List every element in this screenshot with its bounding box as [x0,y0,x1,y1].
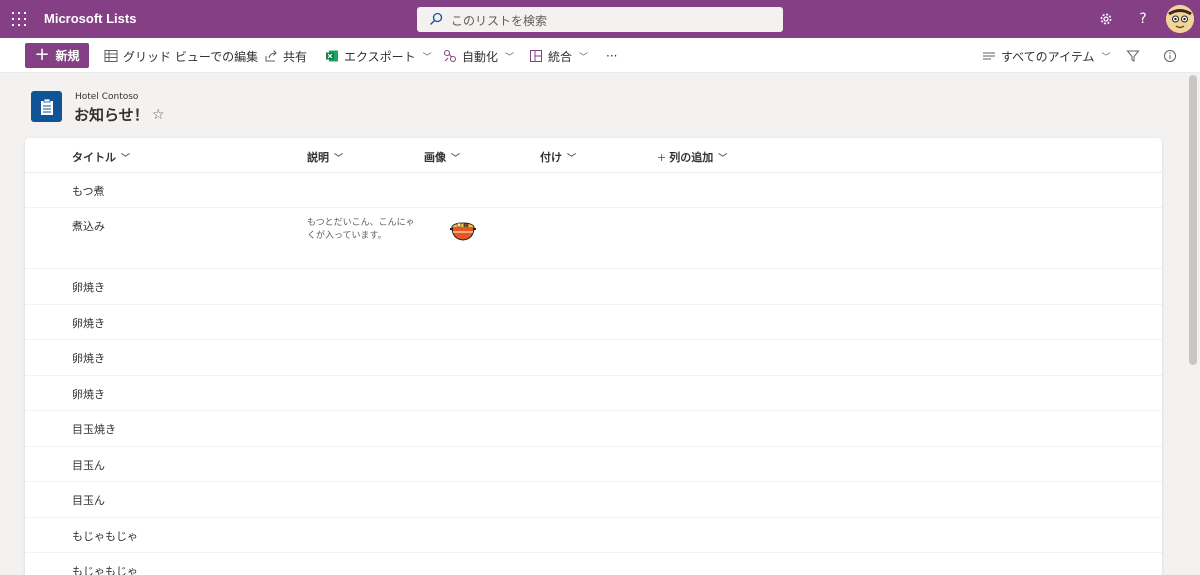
integrate-label: 統合 [548,49,573,64]
list-row[interactable]: もつ煮 [25,173,1162,208]
export-label: エクスポート [344,49,416,64]
chevron-down-icon: ﹀ [579,52,589,63]
plus-icon: + [34,43,50,65]
automate-icon [444,50,456,62]
column-header-description[interactable]: 説明 ﹀ [307,149,343,165]
grid-edit-label: グリッド ビューでの編集 [123,49,259,64]
list-title: お知らせ！ [74,106,149,124]
list-view: タイトル ﹀ 説明 ﹀ 画像 ﹀ 付け ﹀ + 列の追加 ﹀ もつ煮 煮込み も… [25,138,1162,575]
list-row[interactable]: 目玉ん [25,447,1162,482]
scrollbar-thumb[interactable] [1189,75,1197,365]
favorite-star-icon[interactable]: ☆ [152,107,165,123]
automate-button[interactable]: 自動化 ﹀ [443,47,514,65]
list-row[interactable]: 卵焼き [25,376,1162,411]
list-row[interactable]: 煮込み もつとだいこん、こんにゃくが入っています。 [25,208,1162,269]
row-title[interactable]: 卵焼き [72,386,105,402]
share-button[interactable]: 共有 [264,47,307,65]
chevron-down-icon: ﹀ [121,153,131,164]
automate-label: 自動化 [462,49,499,64]
chevron-down-icon: ﹀ [1101,52,1111,63]
column-header-description-label: 説明 [307,151,329,164]
new-item-label: 新規 [55,49,80,63]
share-icon [265,50,277,62]
list-row[interactable]: 目玉ん [25,482,1162,518]
more-button[interactable]: ··· [606,47,617,65]
page-scrollbar[interactable] [1186,73,1200,575]
grid-edit-button[interactable]: グリッド ビューでの編集 [104,47,258,65]
grid-icon [104,50,118,62]
row-description: もつとだいこん、こんにゃくが入っています。 [307,218,415,241]
list-icon [31,91,62,122]
integrate-button[interactable]: 統合 ﹀ [529,47,588,65]
chevron-down-icon: ﹀ [505,52,515,63]
row-title[interactable]: 卵焼き [72,279,105,295]
row-title[interactable]: もつ煮 [72,183,105,199]
column-header-attached-label: 付け [540,151,562,164]
chevron-down-icon: ﹀ [334,153,344,164]
command-bar: + 新規 グリッド ビューでの編集 共有 エクスポート ﹀ 自動化 ﹀ 統合 ﹀… [0,38,1200,73]
chevron-down-icon: ﹀ [451,153,461,164]
column-header-row: タイトル ﹀ 説明 ﹀ 画像 ﹀ 付け ﹀ + 列の追加 ﹀ [25,138,1162,173]
chevron-down-icon: ﹀ [422,52,432,63]
list-row[interactable]: 目玉焼き [25,411,1162,447]
info-icon [1164,50,1176,62]
view-name: すべてのアイテム [1001,49,1095,64]
search-placeholder[interactable]: このリストを検索 [451,12,547,29]
oden-pot-icon[interactable] [449,218,477,244]
list-row[interactable]: 卵焼き [25,305,1162,340]
plus-icon: + [657,150,667,164]
column-header-image-label: 画像 [424,151,446,164]
new-item-button[interactable]: + 新規 [25,43,89,68]
row-title[interactable]: 目玉焼き [72,421,116,437]
row-title[interactable]: 煮込み [72,218,105,234]
filter-button[interactable] [1126,47,1140,65]
search-icon [430,12,443,25]
row-title[interactable]: 卵焼き [72,315,105,331]
row-title[interactable]: もじゃもじゃ [72,528,138,544]
view-list-icon [983,52,995,60]
help-icon[interactable]: ? [1134,10,1152,28]
more-icon: ··· [606,49,618,63]
settings-icon[interactable] [1097,10,1115,28]
list-row[interactable]: 卵焼き [25,269,1162,305]
list-row[interactable]: 卵焼き [25,340,1162,376]
chevron-down-icon: ﹀ [567,153,577,164]
suite-bar: Microsoft Lists このリストを検索 ? [0,0,1200,38]
search-box[interactable]: このリストを検索 [417,7,783,32]
row-title[interactable]: もじゃもじゃ [72,563,138,575]
site-name[interactable]: Hotel Contoso [75,92,138,102]
excel-icon [326,50,338,62]
info-button[interactable] [1163,47,1177,65]
integrate-icon [530,50,542,62]
row-title[interactable]: 目玉ん [72,457,105,473]
row-title[interactable]: 卵焼き [72,350,105,366]
share-label: 共有 [283,49,308,64]
column-header-title[interactable]: タイトル ﹀ [72,149,130,165]
add-column-button[interactable]: + 列の追加 ﹀ [657,149,727,165]
chevron-down-icon: ﹀ [718,153,728,164]
column-header-attached[interactable]: 付け ﹀ [540,149,576,165]
view-selector[interactable]: すべてのアイテム ﹀ [982,47,1111,65]
list-row[interactable]: もじゃもじゃ [25,553,1162,575]
list-row[interactable]: もじゃもじゃ [25,518,1162,553]
export-button[interactable]: エクスポート ﹀ [325,47,432,65]
filter-icon [1126,50,1140,62]
avatar[interactable] [1166,5,1194,33]
app-launcher-icon[interactable] [12,12,26,26]
column-header-image[interactable]: 画像 ﹀ [424,149,460,165]
add-column-label: 列の追加 [669,151,714,164]
app-title[interactable]: Microsoft Lists [44,11,136,26]
column-header-title-label: タイトル [72,151,116,164]
row-title[interactable]: 目玉ん [72,492,105,508]
